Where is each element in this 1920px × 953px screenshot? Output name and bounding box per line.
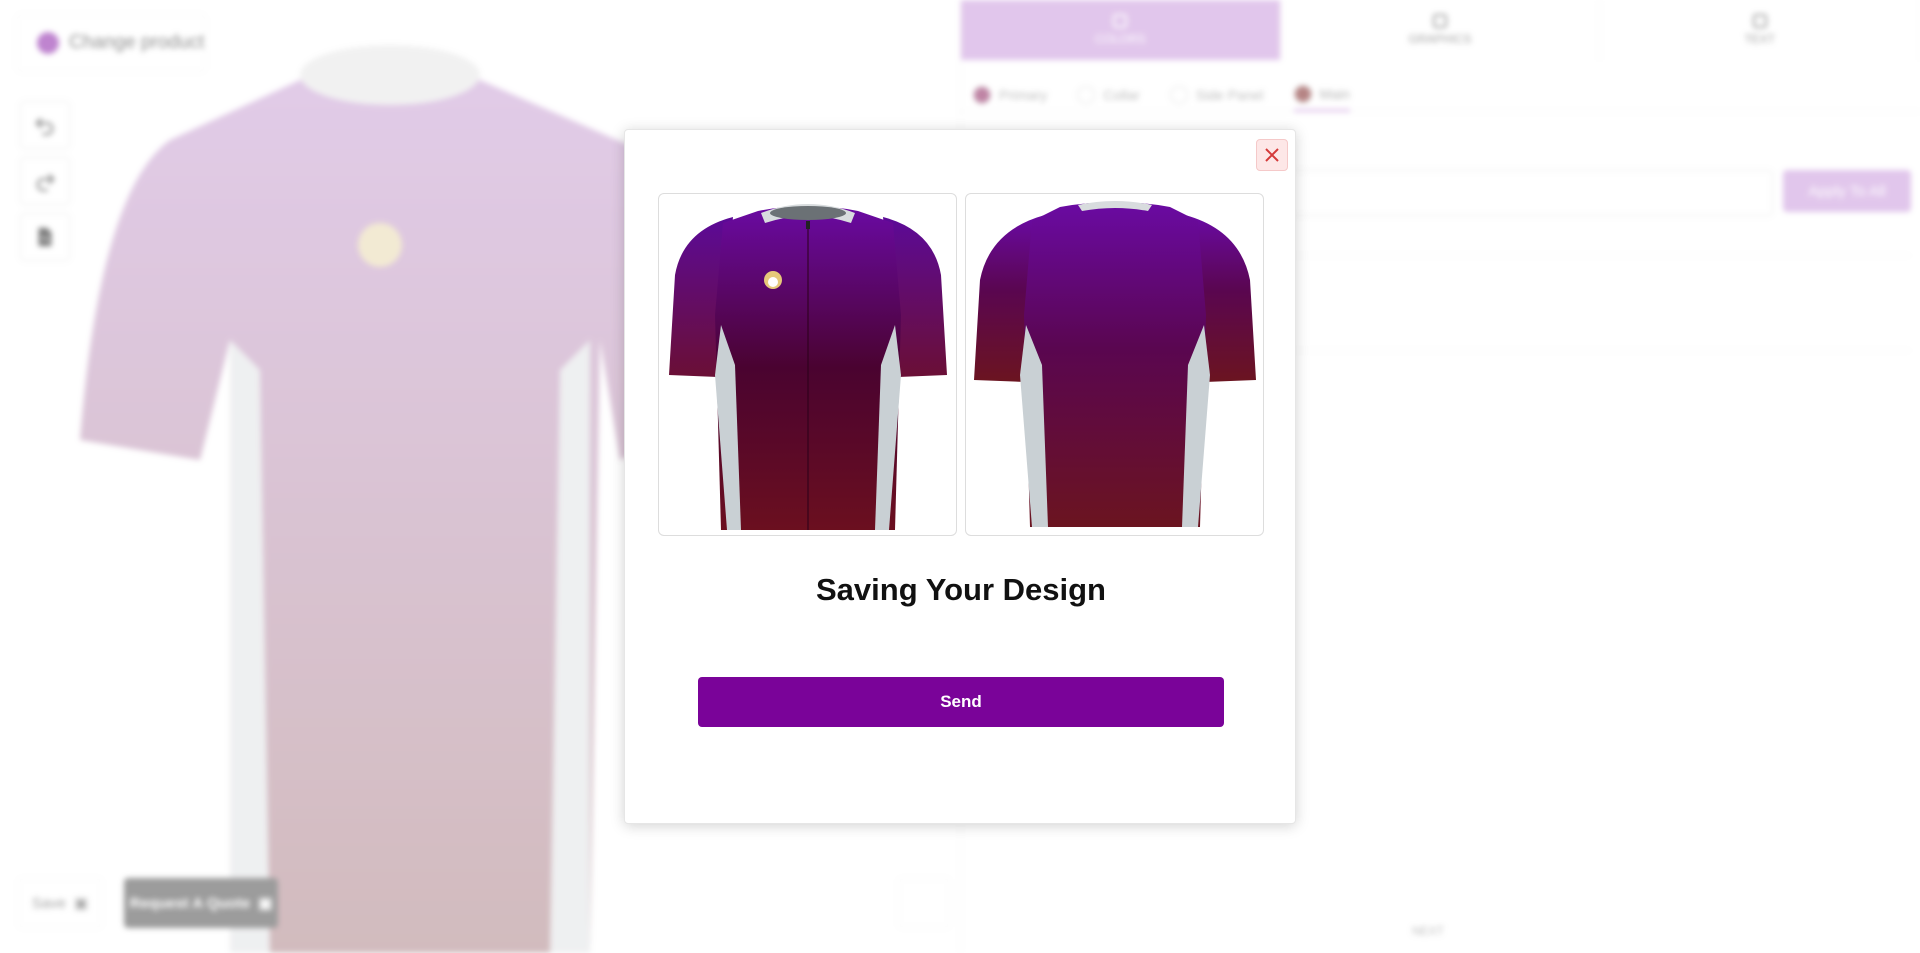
jersey-front-image — [668, 203, 947, 530]
close-icon — [1265, 148, 1279, 162]
send-button[interactable]: Send — [698, 677, 1224, 727]
close-button[interactable] — [1256, 139, 1288, 171]
jersey-back-image — [973, 200, 1256, 527]
save-design-modal: Saving Your Design Send — [624, 129, 1296, 824]
back-preview-card — [965, 193, 1264, 536]
modal-title: Saving Your Design — [816, 572, 1106, 607]
front-preview-card — [658, 193, 957, 536]
